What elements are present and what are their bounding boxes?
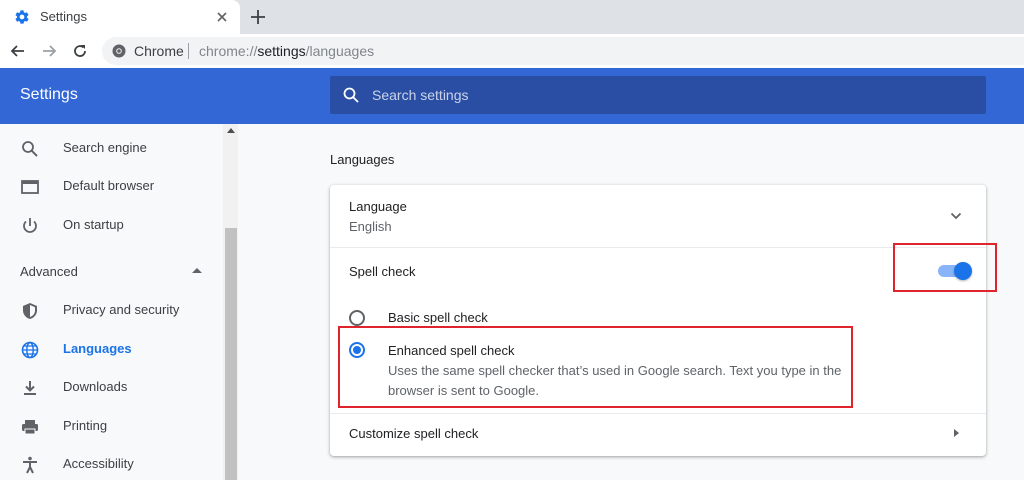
new-tab-icon[interactable] bbox=[249, 8, 267, 26]
chevron-up-icon[interactable] bbox=[192, 268, 202, 273]
chrome-icon bbox=[112, 44, 126, 58]
sidebar-item-label: Accessibility bbox=[63, 456, 134, 471]
omnibox-divider bbox=[188, 43, 189, 59]
enhanced-option-highlight-box bbox=[338, 326, 853, 408]
languages-card: Language English Spell check Basic spell… bbox=[330, 185, 986, 456]
back-icon[interactable] bbox=[9, 42, 27, 60]
browser-window-icon bbox=[21, 180, 39, 194]
url-text: chrome://settings/languages bbox=[199, 43, 374, 59]
settings-header: Settings bbox=[0, 68, 1024, 124]
section-title: Languages bbox=[330, 152, 395, 167]
customize-spell-check-label: Customize spell check bbox=[349, 426, 479, 441]
sidebar-item-label: On startup bbox=[63, 217, 124, 232]
site-label: Chrome bbox=[134, 43, 184, 59]
sidebar-item-label: Default browser bbox=[63, 178, 155, 193]
sidebar-section-advanced[interactable]: Advanced bbox=[20, 264, 78, 279]
sidebar-item-printing[interactable]: Printing bbox=[0, 407, 222, 445]
power-icon bbox=[23, 218, 37, 233]
sidebar: Search engine Default browser On startup… bbox=[0, 124, 238, 480]
sidebar-item-languages[interactable]: Languages bbox=[0, 330, 222, 368]
sidebar-item-label: Printing bbox=[63, 418, 108, 433]
close-icon[interactable] bbox=[214, 9, 230, 25]
sidebar-item-search-engine[interactable]: Search engine bbox=[0, 129, 222, 167]
url-scheme: chrome:// bbox=[199, 43, 258, 59]
sidebar-item-privacy-and-security[interactable]: Privacy and security bbox=[0, 291, 222, 329]
chevron-down-icon[interactable] bbox=[947, 207, 965, 225]
tab-title: Settings bbox=[40, 9, 87, 24]
basic-spell-check-radio[interactable] bbox=[349, 310, 365, 326]
search-icon bbox=[343, 87, 359, 103]
sidebar-item-label: Downloads bbox=[63, 379, 128, 394]
divider bbox=[330, 413, 986, 414]
toggle-highlight-box bbox=[893, 243, 997, 292]
sidebar-item-label: Languages bbox=[63, 341, 132, 356]
globe-icon bbox=[21, 341, 39, 359]
sidebar-item-on-startup[interactable]: On startup bbox=[0, 206, 222, 244]
search-box[interactable] bbox=[330, 76, 986, 114]
download-icon bbox=[24, 381, 36, 395]
url-host: settings bbox=[257, 43, 306, 59]
sidebar-item-downloads[interactable]: Downloads bbox=[0, 368, 222, 406]
tab-strip: Settings bbox=[0, 0, 1024, 34]
sidebar-item-label: Search engine bbox=[63, 140, 147, 155]
tab-settings[interactable]: Settings bbox=[0, 0, 240, 34]
divider bbox=[330, 247, 986, 248]
spell-check-label: Spell check bbox=[349, 264, 416, 279]
reload-icon[interactable] bbox=[71, 42, 89, 60]
browser-toolbar: Chrome chrome://settings/languages bbox=[0, 34, 1024, 68]
search-icon bbox=[22, 141, 38, 157]
language-title: Language bbox=[349, 199, 407, 214]
accessibility-icon bbox=[23, 456, 37, 474]
scroll-up-arrow-icon[interactable] bbox=[227, 128, 235, 133]
gear-icon bbox=[15, 10, 29, 24]
printer-icon bbox=[22, 420, 38, 435]
sidebar-item-accessibility[interactable]: Accessibility bbox=[0, 445, 222, 480]
url-path: /languages bbox=[305, 43, 375, 59]
page-title: Settings bbox=[20, 86, 78, 103]
language-value: English bbox=[349, 219, 392, 234]
sidebar-item-label: Privacy and security bbox=[63, 302, 180, 317]
forward-icon[interactable] bbox=[40, 42, 58, 60]
address-bar[interactable]: Chrome chrome://settings/languages bbox=[102, 37, 1024, 65]
basic-spell-check-label: Basic spell check bbox=[388, 310, 488, 325]
sidebar-item-default-browser[interactable]: Default browser bbox=[0, 167, 222, 205]
scrollbar-thumb[interactable] bbox=[225, 228, 237, 480]
chevron-right-icon bbox=[954, 429, 959, 437]
search-input[interactable] bbox=[372, 76, 972, 114]
shield-icon bbox=[23, 303, 37, 319]
